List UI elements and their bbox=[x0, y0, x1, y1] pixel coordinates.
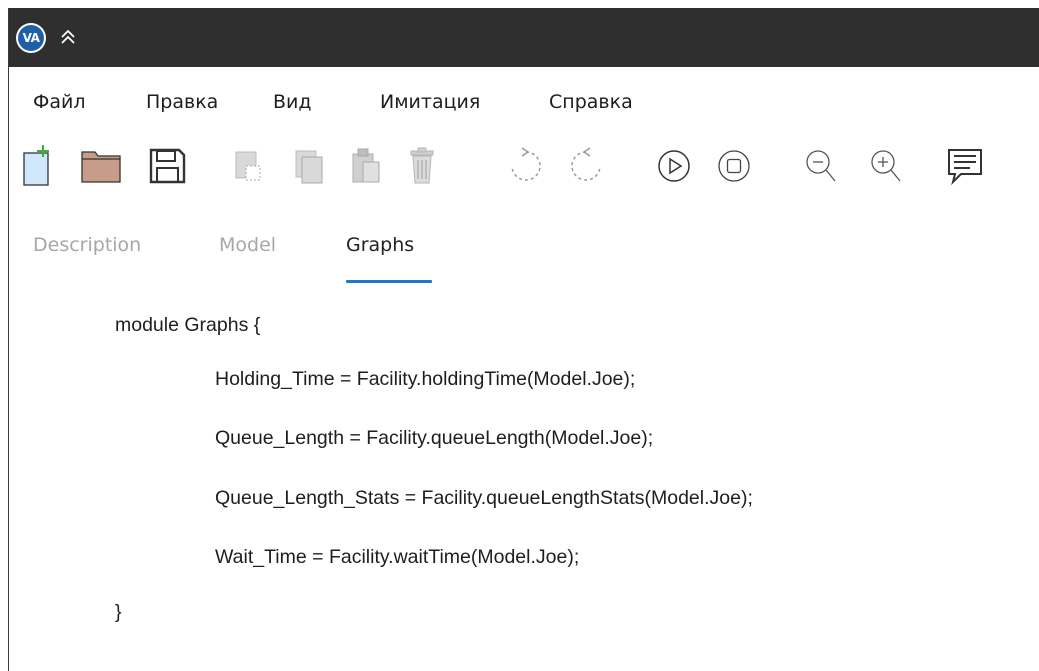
comment-button[interactable] bbox=[941, 138, 989, 194]
active-tab-indicator bbox=[346, 280, 432, 283]
play-icon bbox=[658, 150, 690, 182]
menu-help[interactable]: Справка bbox=[549, 91, 633, 113]
new-file-button[interactable] bbox=[15, 138, 63, 194]
copy-button[interactable] bbox=[284, 138, 332, 194]
paste-button[interactable] bbox=[341, 138, 389, 194]
delete-icon bbox=[410, 147, 434, 184]
menu-view[interactable]: Вид bbox=[273, 91, 312, 113]
zoom-in-button[interactable] bbox=[862, 138, 910, 194]
comment-icon bbox=[948, 149, 982, 186]
tab-bar: Description Model Graphs bbox=[9, 208, 1039, 298]
cut-button[interactable] bbox=[224, 138, 272, 194]
tab-description[interactable]: Description bbox=[33, 234, 141, 256]
app-logo-text: VA bbox=[18, 25, 44, 51]
menu-bar: Файл Правка Вид Имитация Справка bbox=[9, 67, 1039, 133]
redo-button[interactable] bbox=[562, 138, 610, 194]
title-bar: VA bbox=[9, 8, 1039, 67]
double-chevron-up-icon bbox=[61, 29, 75, 44]
stop-button[interactable] bbox=[710, 138, 758, 194]
paste-icon bbox=[352, 148, 380, 183]
app-window: VA Файл Правка Вид Имитация Справка Desc… bbox=[8, 8, 1039, 671]
app-logo: VA bbox=[16, 23, 46, 53]
open-folder-icon bbox=[81, 151, 121, 183]
menu-file[interactable]: Файл bbox=[33, 91, 86, 113]
code-line: } bbox=[115, 601, 122, 623]
code-line: module Graphs { bbox=[115, 314, 261, 336]
open-button[interactable] bbox=[77, 138, 125, 194]
zoom-out-button[interactable] bbox=[797, 138, 845, 194]
toolbar bbox=[9, 134, 1039, 204]
stop-icon bbox=[718, 150, 750, 182]
undo-icon bbox=[511, 147, 541, 181]
code-line: Queue_Length = Facility.queueLength(Mode… bbox=[215, 427, 654, 449]
redo-icon bbox=[571, 147, 601, 181]
delete-button[interactable] bbox=[398, 138, 446, 194]
menu-edit[interactable]: Правка bbox=[146, 91, 218, 113]
code-line: Wait_Time = Facility.waitTime(Model.Joe)… bbox=[215, 546, 580, 568]
menu-simulation[interactable]: Имитация bbox=[380, 91, 480, 113]
copy-icon bbox=[295, 150, 323, 184]
cut-icon bbox=[235, 151, 261, 181]
save-icon bbox=[149, 148, 186, 184]
zoom-in-icon bbox=[871, 150, 901, 182]
run-button[interactable] bbox=[650, 138, 698, 194]
code-line: Queue_Length_Stats = Facility.queueLengt… bbox=[215, 487, 753, 509]
tab-model[interactable]: Model bbox=[219, 234, 276, 256]
new-file-icon bbox=[23, 145, 49, 186]
zoom-out-icon bbox=[806, 150, 836, 182]
save-button[interactable] bbox=[143, 138, 191, 194]
code-line: Holding_Time = Facility.holdingTime(Mode… bbox=[215, 368, 636, 390]
collapse-button[interactable] bbox=[55, 22, 81, 52]
undo-button[interactable] bbox=[502, 138, 550, 194]
tab-graphs[interactable]: Graphs bbox=[346, 234, 414, 256]
